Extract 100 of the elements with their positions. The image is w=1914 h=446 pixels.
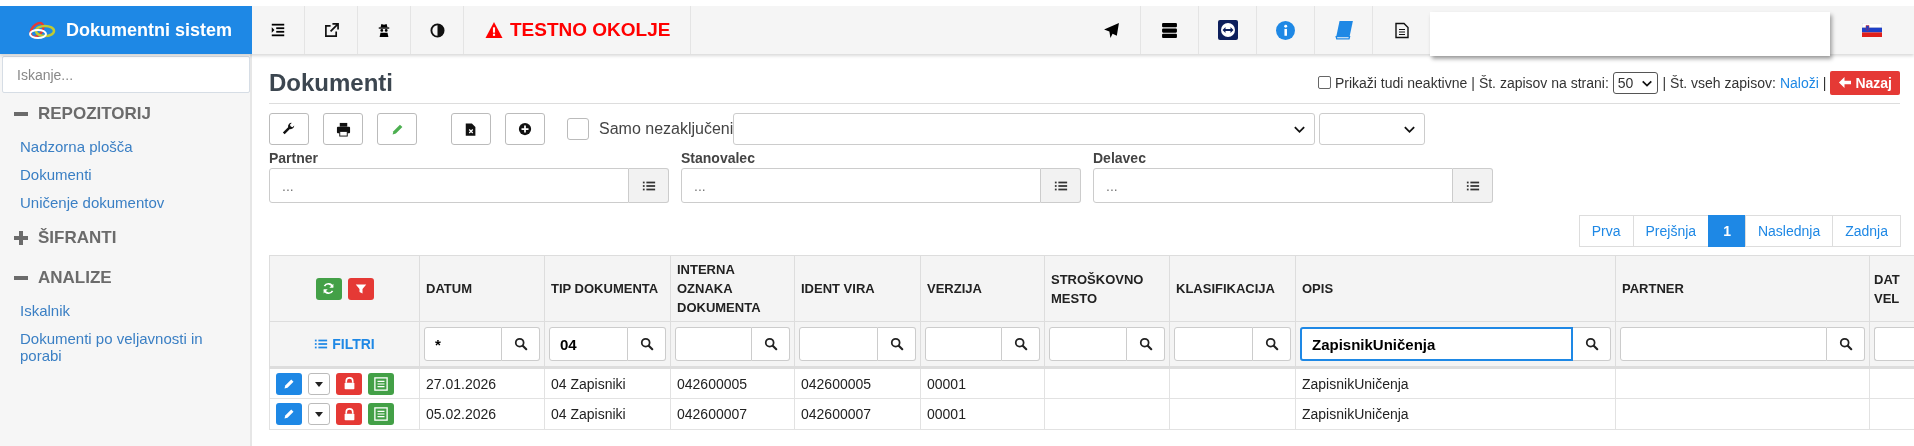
search-icon [1838,337,1853,351]
lookup-field[interactable]: ... [681,168,1041,203]
table-cell: 042600005 [794,367,921,399]
dropdown-button[interactable] [308,372,330,395]
page-size-select[interactable]: 50 [1612,71,1659,94]
slovenian-flag-icon[interactable] [1862,23,1882,37]
column-header: PARTNER [1615,255,1870,322]
column-filter-field[interactable] [925,327,1002,361]
column-filter-field[interactable]: ZapisnikUničenja [1300,327,1573,361]
chevron-down-icon [1293,123,1307,135]
lock-icon [342,407,356,421]
pagination-button[interactable]: Zadnja [1832,215,1901,247]
details-button[interactable] [368,372,394,395]
list-button[interactable] [1041,168,1081,203]
column-filter-field[interactable] [799,327,878,361]
book-icon[interactable] [1333,20,1354,40]
plus-circle-icon [518,122,532,136]
wrench-button[interactable] [269,113,309,145]
table-cell: 27.01.2026 [419,367,545,399]
sidebar-link[interactable]: Nadzorna plošča [2,133,222,161]
plus-icon[interactable] [14,231,28,245]
column-filter-field[interactable] [1620,327,1827,361]
details-button[interactable] [368,403,394,425]
search-button[interactable] [1127,327,1165,361]
pagination-button[interactable]: Naslednja [1744,215,1834,247]
list-button[interactable] [1453,168,1493,203]
table-cell: 042600005 [670,367,795,399]
document-export-button[interactable] [451,113,491,145]
back-button[interactable]: Nazaj [1830,70,1900,95]
sidebar-section-title[interactable]: ŠIFRANTI [38,228,117,248]
search-button[interactable] [752,327,790,361]
separator-text: | [1662,74,1667,91]
column-filter-field[interactable]: * [424,327,502,361]
document-icon[interactable] [1393,21,1410,39]
column-header: DAT VEL [1869,255,1914,322]
checkbox-label: Prikaži tudi neaktivne [1334,74,1468,91]
table-icon [374,407,388,421]
search-button[interactable] [628,327,666,361]
lookup-field[interactable]: ... [1093,168,1453,203]
column-filter-field[interactable] [1174,327,1253,361]
checkbox[interactable] [1317,76,1331,89]
edit-button[interactable] [276,403,302,425]
indent-list-icon[interactable] [270,22,286,38]
file-export-icon [464,121,478,137]
checkbox[interactable] [567,118,589,140]
refresh-icon [322,282,335,295]
add-button[interactable] [505,113,545,145]
column-filter-field[interactable]: 04 [549,327,628,361]
left-arrow-icon [1838,76,1852,89]
clear-filter-button[interactable] [347,277,374,300]
list-button[interactable] [629,168,669,203]
lock-button[interactable] [336,403,362,425]
print-button[interactable] [323,113,363,145]
sidebar-link[interactable]: Uničenje dokumentov [2,189,222,217]
table-cell: 042600007 [670,398,795,430]
column-header: KLASIFIKACIJA [1169,255,1296,322]
search-button[interactable] [502,327,540,361]
column-header: STROŠKOVNO MESTO [1044,255,1170,322]
refresh-button[interactable] [315,277,342,300]
filter-label: Stanovalec [681,150,756,168]
edit-button[interactable] [276,372,302,395]
table-cell: 042600007 [794,398,921,430]
search-button[interactable] [1573,327,1611,361]
info-icon[interactable] [1276,20,1295,40]
sidebar-section-title[interactable]: REPOZITORIJ [38,104,152,124]
lock-button[interactable] [336,372,362,395]
sidebar-link[interactable]: Dokumenti [2,161,222,189]
table-icon [374,376,388,391]
column-filter-field[interactable] [675,327,752,361]
load-link[interactable]: Naloži [1779,74,1819,91]
caret-icon [314,409,324,419]
lookup-field[interactable]: ... [269,168,629,203]
sidebar-search-field[interactable]: Iskanje... [2,56,250,93]
sidebar-section-title[interactable]: ANALIZE [38,268,112,288]
search-button[interactable] [1002,327,1040,361]
wrench-icon [282,122,296,136]
pagination-button[interactable]: Prva [1578,215,1634,247]
contrast-icon[interactable] [429,22,445,38]
remote-access-icon[interactable] [1217,20,1238,40]
dropdown-button[interactable] [308,403,330,425]
sidebar-link[interactable]: Dokumenti po veljavnosti in porabi [2,325,222,370]
column-filter-field[interactable] [1049,327,1127,361]
server-icon[interactable] [1161,21,1178,39]
external-link-icon[interactable] [323,22,339,38]
pagination-button[interactable]: Prejšnja [1632,215,1710,247]
pencil-icon [283,377,295,390]
column-header: IDENT VIRA [794,255,921,322]
table-cell: ZapisnikUničenja [1295,398,1616,430]
pagination-button[interactable]: 1 [1708,215,1746,247]
search-icon [639,337,654,351]
spy-icon[interactable] [377,22,391,38]
search-button[interactable] [1827,327,1865,361]
column-filter-field[interactable] [1874,327,1914,361]
column-header: TIP DOKUMENTA [544,255,671,322]
search-button[interactable] [1253,327,1291,361]
filter-label: Partner [269,150,320,168]
search-button[interactable] [878,327,916,361]
sidebar-link[interactable]: Iskalnik [2,297,222,325]
send-icon[interactable] [1102,21,1120,39]
record-count-label: Št. vseh zapisov: [1670,74,1776,91]
